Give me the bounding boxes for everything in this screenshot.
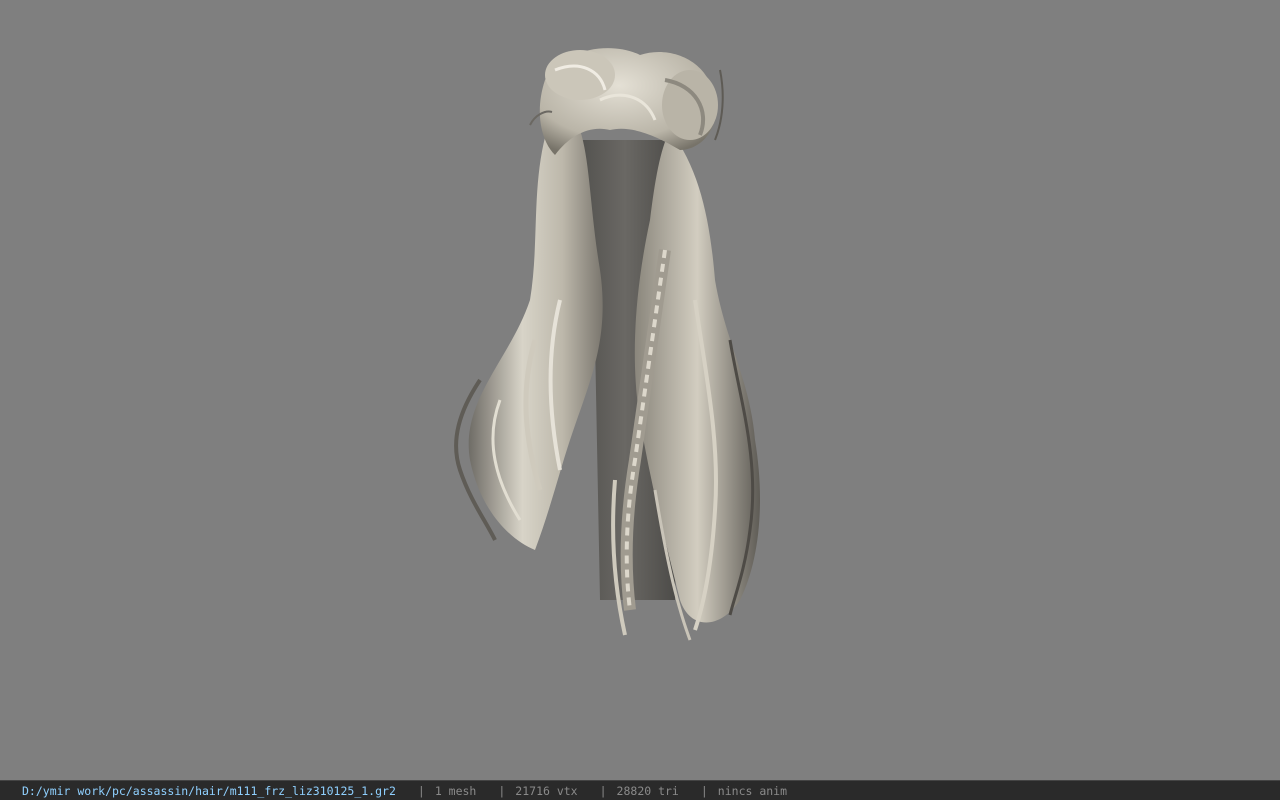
- status-separator: |: [700, 783, 708, 798]
- hair-model[interactable]: [440, 40, 780, 650]
- status-separator: |: [417, 783, 425, 798]
- status-separator: |: [599, 783, 607, 798]
- hair-left-lock: [468, 120, 603, 550]
- status-separator: |: [498, 783, 506, 798]
- 3d-viewport[interactable]: [0, 0, 1280, 780]
- hair-bun-left: [545, 50, 615, 100]
- triangle-count: 28820 tri: [616, 783, 679, 798]
- status-bar: D:/ymir work/pc/assassin/hair/m111_frz_l…: [0, 780, 1280, 800]
- anim-status: nincs anim: [717, 783, 788, 798]
- mesh-count: 1 mesh: [434, 783, 477, 798]
- file-path: D:/ymir work/pc/assassin/hair/m111_frz_l…: [22, 783, 396, 798]
- vertex-count: 21716 vtx: [515, 783, 578, 798]
